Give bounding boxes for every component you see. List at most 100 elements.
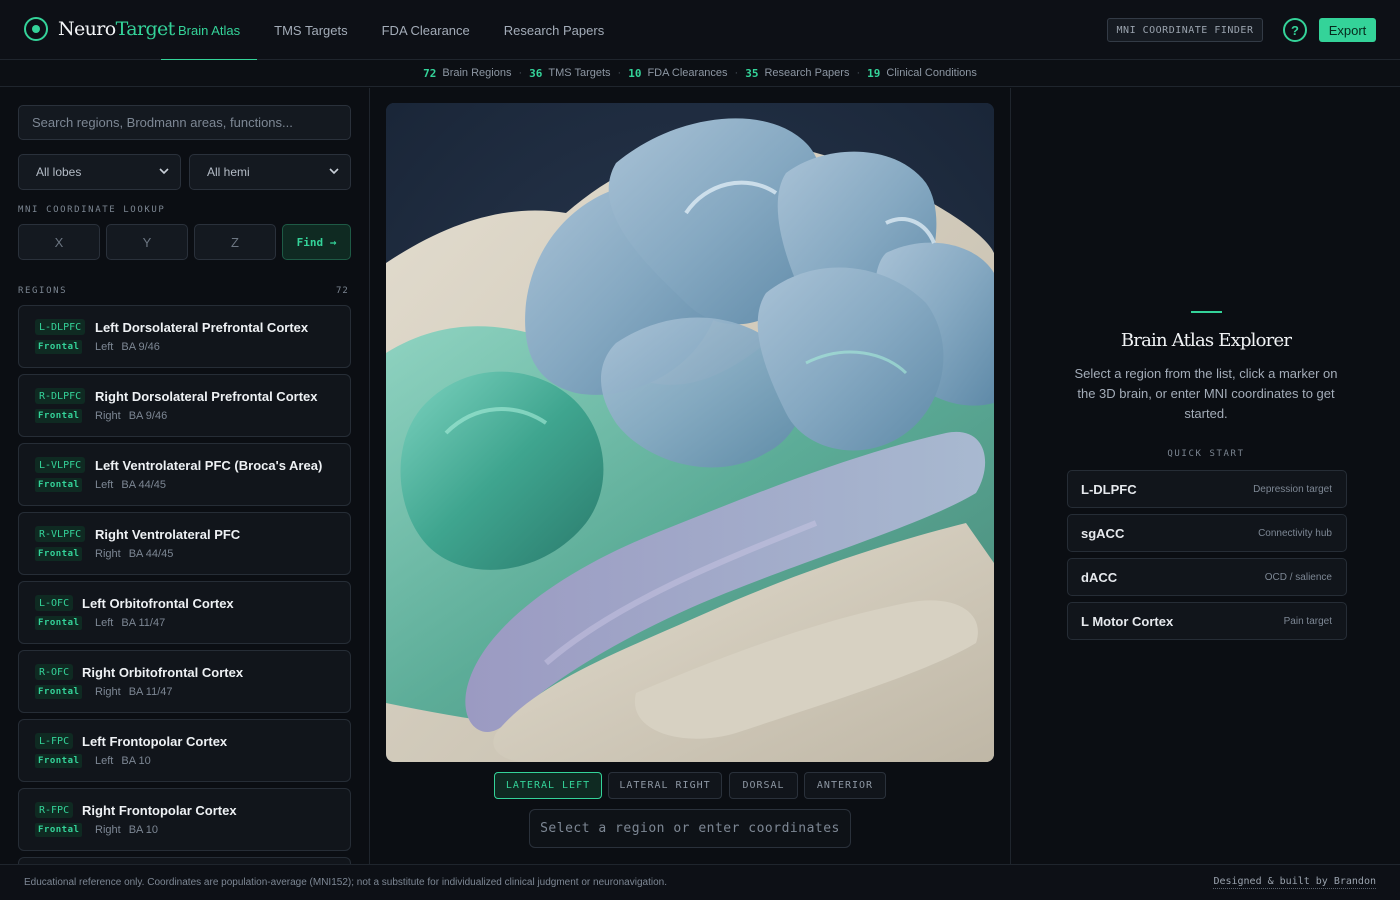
region-meta: Right BA 10 xyxy=(95,824,158,836)
mni-coordinate-finder-button[interactable]: MNI COORDINATE FINDER xyxy=(1107,18,1263,42)
quick-start-name: dACC xyxy=(1081,570,1118,585)
region-abbr-badge: L-VLPFC xyxy=(35,457,86,473)
hemisphere-label: Right xyxy=(95,410,121,422)
footer: Educational reference only. Coordinates … xyxy=(0,864,1400,900)
region-meta: Right BA 9/46 xyxy=(95,410,167,422)
tab-tms-targets[interactable]: TMS Targets xyxy=(257,0,364,60)
region-abbr-badge: L-FPC xyxy=(35,733,74,749)
chevron-down-icon xyxy=(329,168,339,175)
regions-count: 72 xyxy=(336,286,349,296)
region-abbr-badge: R-VLPFC xyxy=(35,526,86,542)
quick-start-item[interactable]: L Motor Cortex Pain target xyxy=(1067,602,1347,640)
stat-number: 19 xyxy=(867,66,881,80)
quick-start-desc: OCD / salience xyxy=(1264,572,1332,583)
region-sidebar: Search regions, Brodmann areas, function… xyxy=(0,88,370,864)
find-button[interactable]: Find → xyxy=(282,224,351,260)
region-meta: Left BA 10 xyxy=(95,755,151,767)
region-card[interactable]: L-OFC Left Orbitofrontal Cortex Frontal … xyxy=(18,581,351,644)
stat-label: FDA Clearances xyxy=(647,67,728,79)
tab-research-papers[interactable]: Research Papers xyxy=(487,0,621,60)
region-name: Right Frontopolar Cortex xyxy=(82,803,237,818)
credit-link[interactable]: Designed & built by Brandon xyxy=(1213,876,1376,889)
region-abbr-badge: R-DLPFC xyxy=(35,388,86,404)
view-dorsal-button[interactable]: DORSAL xyxy=(729,772,798,799)
selection-status: Select a region or enter coordinates xyxy=(529,809,851,848)
region-abbr-badge: L-DLPFC xyxy=(35,319,86,335)
help-icon[interactable]: ? xyxy=(1283,18,1307,42)
brodmann-label: BA 10 xyxy=(128,824,159,836)
stat-separator: · xyxy=(518,67,523,79)
region-meta: Left BA 11/47 xyxy=(95,617,165,629)
view-lateral-left-button[interactable]: LATERAL LEFT xyxy=(494,772,602,799)
tab-fda-clearance[interactable]: FDA Clearance xyxy=(365,0,487,60)
target-icon xyxy=(24,17,48,41)
logo-neuro: Neuro xyxy=(58,18,116,40)
quick-start-item[interactable]: sgACC Connectivity hub xyxy=(1067,514,1347,552)
view-anterior-button[interactable]: ANTERIOR xyxy=(804,772,886,799)
search-input[interactable]: Search regions, Brodmann areas, function… xyxy=(18,105,351,140)
lobe-badge: Frontal xyxy=(35,823,83,837)
stat-tms-targets: 36 TMS Targets xyxy=(529,67,610,80)
brodmann-label: BA 10 xyxy=(121,755,151,767)
region-card[interactable]: R-OFC Right Orbitofrontal Cortex Frontal… xyxy=(18,650,351,713)
brodmann-label: BA 44/45 xyxy=(128,548,174,560)
brodmann-label: BA 9/46 xyxy=(121,341,160,353)
lobe-badge: Frontal xyxy=(35,754,83,768)
region-card[interactable]: L-FPC Left Frontopolar Cortex Frontal Le… xyxy=(18,719,351,782)
lobe-select[interactable]: All lobes xyxy=(18,154,181,190)
chevron-down-icon xyxy=(159,168,169,175)
hemisphere-select-value: All hemi xyxy=(207,165,250,179)
main-nav: Brain Atlas TMS Targets FDA Clearance Re… xyxy=(161,0,621,61)
region-abbr-badge: R-OFC xyxy=(35,664,74,680)
brodmann-label: BA 11/47 xyxy=(128,686,173,698)
info-panel: Brain Atlas Explorer Select a region fro… xyxy=(1010,88,1400,864)
quick-start-item[interactable]: L-DLPFC Depression target xyxy=(1067,470,1347,508)
view-lateral-right-button[interactable]: LATERAL RIGHT xyxy=(608,772,722,799)
quick-start-name: sgACC xyxy=(1081,526,1125,541)
region-abbr-badge: R-FPC xyxy=(35,802,74,818)
stat-label: Clinical Conditions xyxy=(886,67,977,79)
stat-number: 36 xyxy=(529,66,543,80)
stat-number: 72 xyxy=(423,66,437,80)
brain-render[interactable] xyxy=(386,103,994,762)
x-coordinate-input[interactable]: X xyxy=(18,224,100,260)
accent-divider xyxy=(1191,311,1222,313)
brain-3d-viewer[interactable] xyxy=(386,103,994,762)
region-card[interactable] xyxy=(18,857,351,864)
y-coordinate-input[interactable]: Y xyxy=(106,224,188,260)
stats-bar: 72 Brain Regions · 36 TMS Targets · 10 FDA … xyxy=(0,60,1400,87)
lobe-badge: Frontal xyxy=(35,340,83,354)
region-abbr-badge: L-OFC xyxy=(35,595,74,611)
region-name: Left Orbitofrontal Cortex xyxy=(82,596,234,611)
hemisphere-label: Right xyxy=(95,824,121,836)
lobe-badge: Frontal xyxy=(35,547,83,561)
quick-start-desc: Pain target xyxy=(1283,616,1332,627)
stat-separator: · xyxy=(734,67,739,79)
region-card[interactable]: L-DLPFC Left Dorsolateral Prefrontal Cor… xyxy=(18,305,351,368)
stat-clinical-conditions: 19 Clinical Conditions xyxy=(867,67,977,80)
region-card[interactable]: R-VLPFC Right Ventrolateral PFC Frontal … xyxy=(18,512,351,575)
region-meta: Right BA 44/45 xyxy=(95,548,173,560)
panel-description: Select a region from the list, click a m… xyxy=(1074,366,1338,421)
stat-brain-regions: 72 Brain Regions xyxy=(423,67,511,80)
region-card[interactable]: R-FPC Right Frontopolar Cortex Frontal R… xyxy=(18,788,351,851)
hemisphere-label: Right xyxy=(95,686,121,698)
quick-start-desc: Connectivity hub xyxy=(1258,528,1332,539)
hemisphere-label: Right xyxy=(95,548,121,560)
region-name: Right Ventrolateral PFC xyxy=(95,527,241,542)
tab-brain-atlas[interactable]: Brain Atlas xyxy=(161,0,258,61)
stat-label: Brain Regions xyxy=(442,67,512,79)
region-card[interactable]: R-DLPFC Right Dorsolateral Prefrontal Co… xyxy=(18,374,351,437)
hemisphere-select[interactable]: All hemi xyxy=(189,154,351,190)
quick-start-name: L Motor Cortex xyxy=(1081,614,1174,629)
hemisphere-label: Left xyxy=(95,755,114,767)
z-coordinate-input[interactable]: Z xyxy=(194,224,276,260)
top-header: NeuroTarget Brain Atlas TMS Targets FDA … xyxy=(0,0,1400,61)
region-card[interactable]: L-VLPFC Left Ventrolateral PFC (Broca's … xyxy=(18,443,351,506)
stat-separator: · xyxy=(856,67,861,79)
export-button[interactable]: Export xyxy=(1319,18,1376,42)
quick-start-item[interactable]: dACC OCD / salience xyxy=(1067,558,1347,596)
lobe-select-value: All lobes xyxy=(36,165,82,179)
logo[interactable]: NeuroTarget xyxy=(24,17,175,41)
region-meta: Right BA 11/47 xyxy=(95,686,173,698)
